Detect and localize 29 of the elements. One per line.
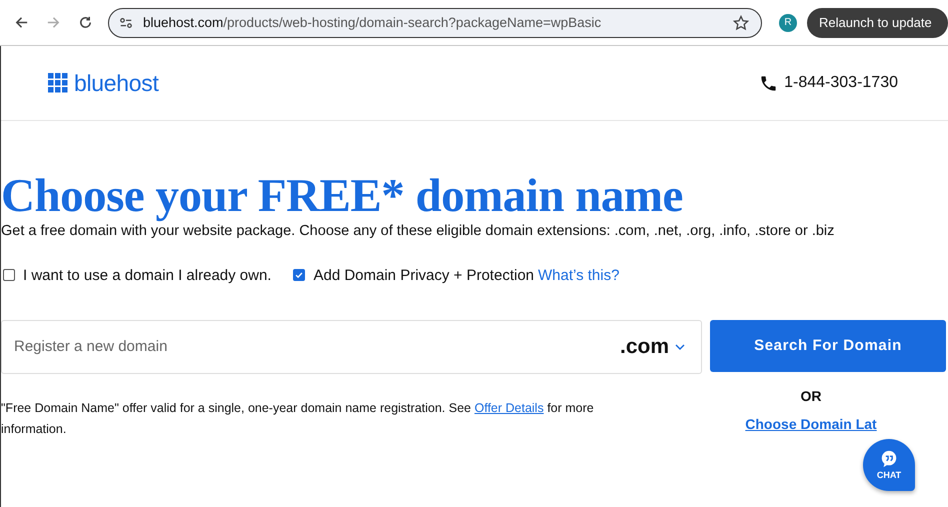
phone-number[interactable]: 1-844-303-1730 <box>784 74 898 92</box>
chevron-down-icon[interactable] <box>675 344 685 350</box>
chat-bubble-icon <box>880 450 898 468</box>
offer-details-link[interactable]: Offer Details <box>474 400 544 415</box>
search-domain-button[interactable]: Search For Domain <box>710 320 946 372</box>
reload-icon[interactable] <box>78 15 93 30</box>
checkbox[interactable] <box>3 269 15 282</box>
address-bar[interactable]: bluehost.com/products/web-hosting/domain-search?packageName=wpBasic <box>108 8 762 38</box>
logo-grid-icon <box>48 73 68 93</box>
profile-avatar[interactable]: R <box>779 14 797 32</box>
checkbox-label: Add Domain Privacy + Protection <box>313 266 534 284</box>
url-text: bluehost.com/products/web-hosting/domain-search?packageName=wpBasic <box>143 15 602 30</box>
site-settings-icon[interactable] <box>119 16 133 30</box>
checkbox[interactable] <box>293 269 306 282</box>
whats-this-link[interactable]: What’s this? <box>538 266 620 284</box>
domain-search-field[interactable]: Register a new domain .com <box>1 320 702 374</box>
checkbox-label: I want to use a domain I already own. <box>23 266 272 284</box>
choose-later-link[interactable]: Choose Domain Lat <box>745 416 877 432</box>
chat-button[interactable]: CHAT <box>863 439 915 491</box>
subtitle-text: Get a free domain with your website package. Choose any of these eligible domain extensions: .com, .net, .org, .info, .store or .biz <box>1 222 834 239</box>
page-heading: Choose your FREE* domain name <box>1 171 683 223</box>
extension-dropdown[interactable]: .com <box>620 334 669 359</box>
logo-text[interactable]: bluehost <box>74 70 159 96</box>
back-icon[interactable] <box>14 15 29 30</box>
relaunch-button[interactable]: Relaunch to update <box>807 8 948 38</box>
offer-note: "Free Domain Name" offer valid for a single, one-year domain name registration. See Offer Details for more information. <box>1 400 595 438</box>
or-label: OR <box>800 388 822 404</box>
phone-icon <box>759 74 778 92</box>
bookmark-star-icon[interactable] <box>733 14 749 30</box>
